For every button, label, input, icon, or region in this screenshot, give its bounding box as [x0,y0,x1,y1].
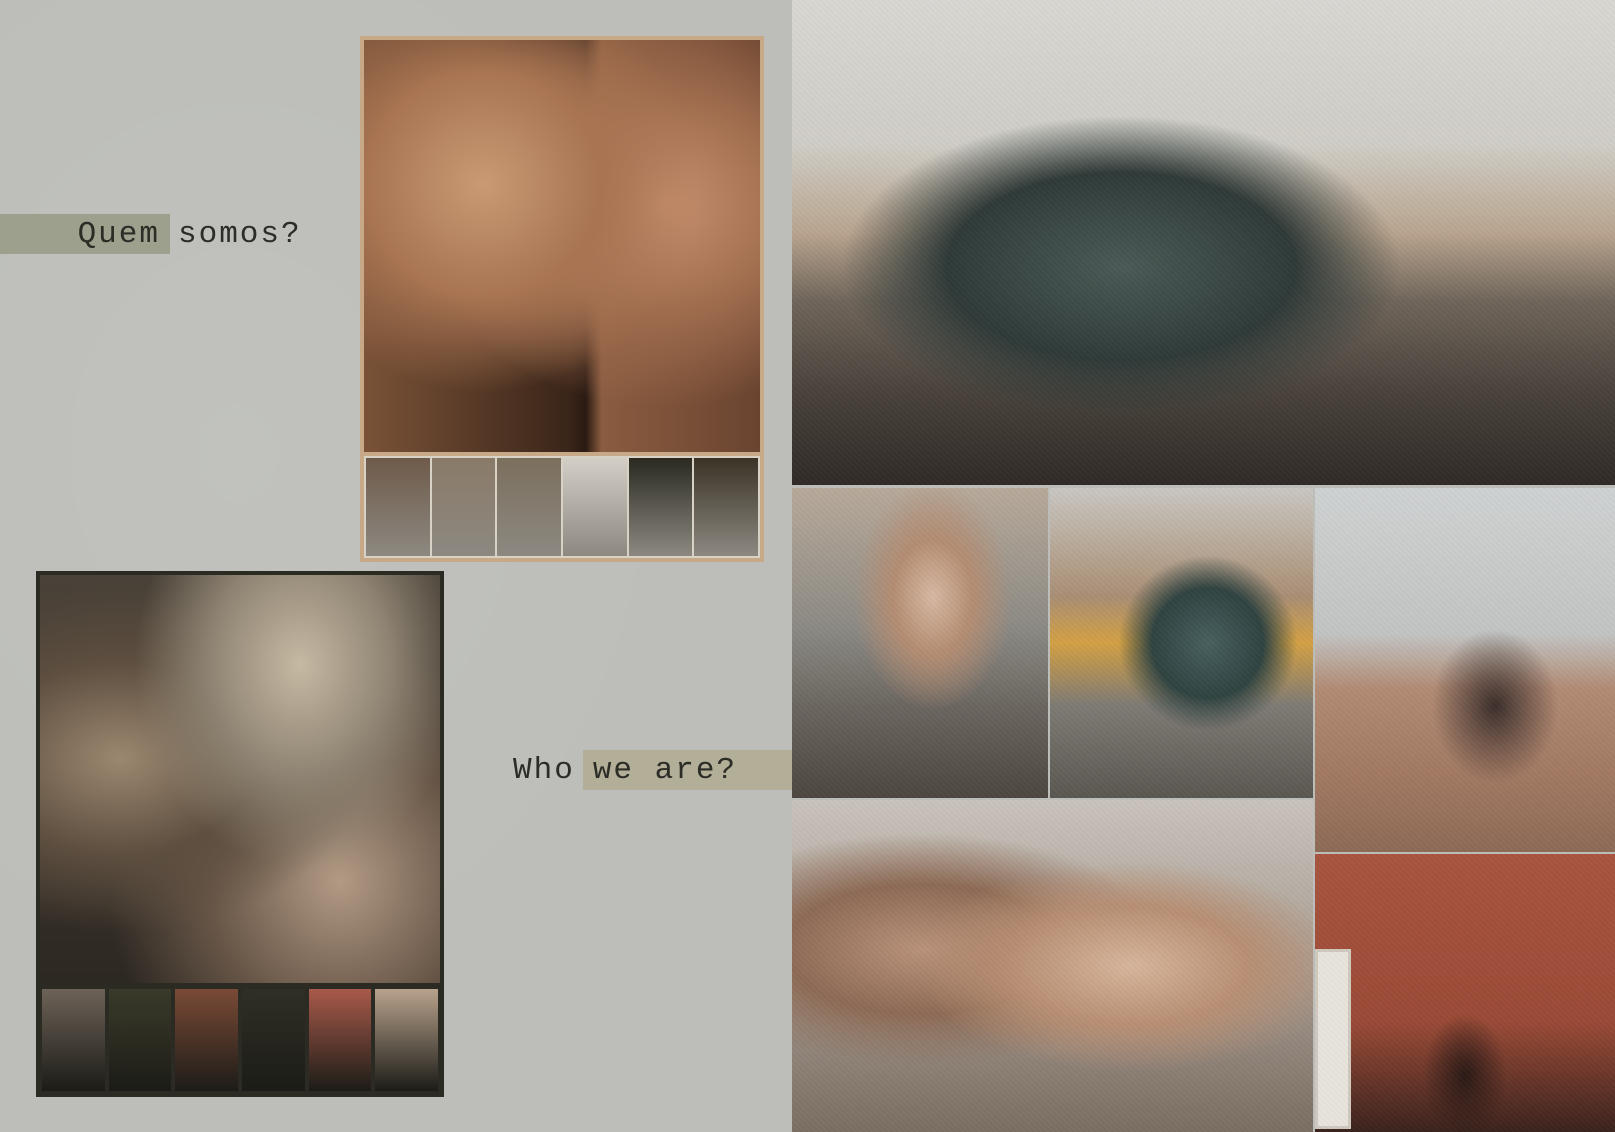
photo-couple-tower [1315,488,1615,852]
thumbnail-photo [175,989,239,1091]
thumbnail-photo [375,989,439,1091]
photo-girl-bridge [792,488,1048,798]
thumbnail-photo [308,989,372,1091]
thumbnail-photo [497,458,562,556]
photo-couple-selfie [792,800,1313,1132]
thumbnail-photo [628,458,693,556]
title-highlight: Quem [0,214,170,254]
title-text: Who [513,752,575,788]
photo-family-selfie [40,575,440,983]
thumbnail-photo [242,989,305,1091]
photo-couple-red-wall [1315,854,1615,1132]
thumbnail-photo [563,458,627,556]
thumbnail-strip [364,456,760,558]
thumbnail-photo [694,458,759,556]
photo-frame-couple-closeup [360,36,764,562]
photo-couple-closeup [364,40,760,452]
thumbnail-strip [40,987,440,1093]
thumbnail-photo [42,989,105,1091]
photo-frame-family-selfie [36,571,444,1097]
title-quem-somos: Quem somos? [0,214,310,254]
thumbnail-photo [431,458,496,556]
photo-man-camera [1050,488,1313,798]
photo-harbor-couple [792,0,1615,485]
thumbnail-photo [366,458,430,556]
title-text: somos? [178,216,302,252]
window [1315,949,1351,1129]
thumbnail-photo [108,989,172,1091]
